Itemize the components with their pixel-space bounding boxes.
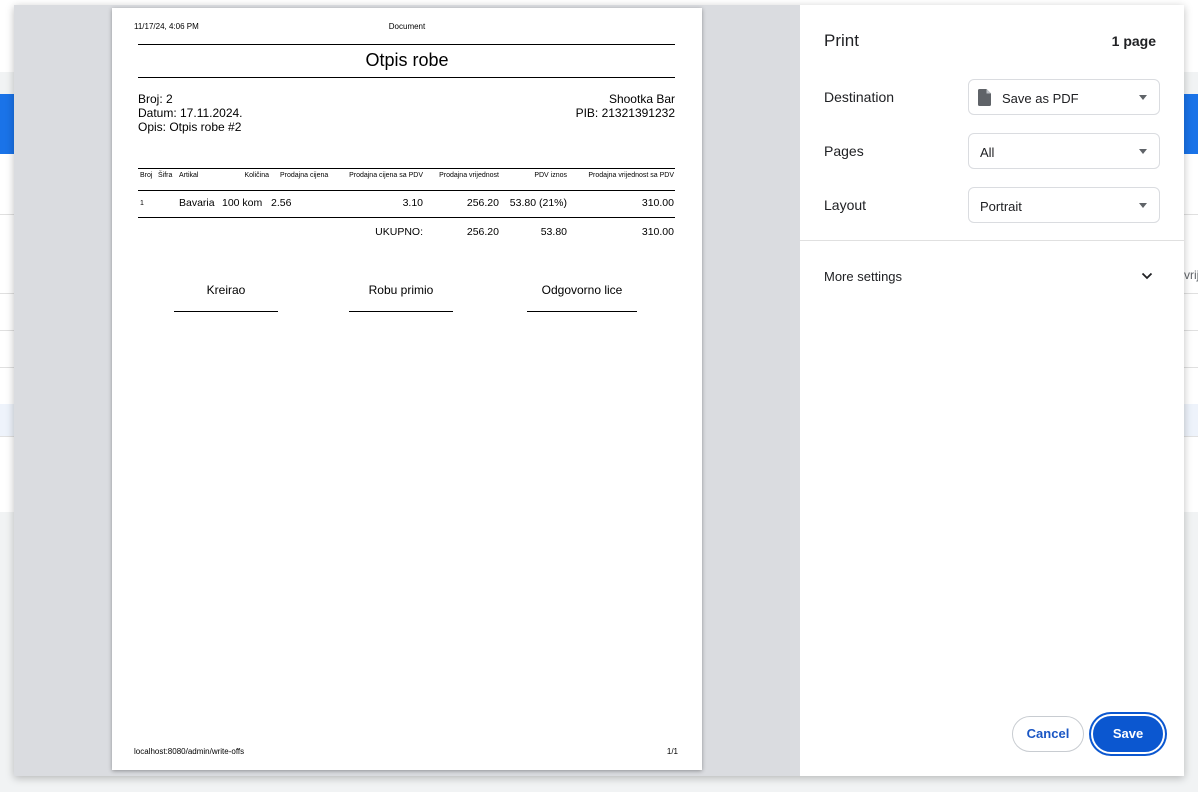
layout-value: Portrait	[980, 199, 1022, 214]
company-pib: PIB: 21321391232	[575, 106, 675, 120]
page-footer-url: localhost:8080/admin/write-offs	[134, 747, 245, 756]
panel-divider	[800, 240, 1184, 241]
document-number: Broj: 2	[138, 92, 173, 106]
table-header-pdv-iznos: PDV iznos	[534, 172, 567, 179]
cancel-button[interactable]: Cancel	[1012, 716, 1084, 752]
background-edge-text: vrij	[1184, 268, 1198, 282]
title-rule-bottom	[138, 77, 675, 78]
more-settings-label: More settings	[824, 269, 903, 284]
preview-page: 11/17/24, 4:06 PM Document Otpis robe Br…	[112, 8, 702, 770]
total-pdv-iznos: 53.80	[540, 226, 567, 238]
document-icon	[978, 89, 991, 106]
table-header-prodajna-cijena-pdv: Prodajna cijena sa PDV	[349, 172, 423, 179]
document-description: Opis: Otpis robe #2	[138, 120, 242, 134]
pages-select[interactable]: All	[968, 133, 1160, 169]
document-date: Datum: 17.11.2024.	[138, 106, 243, 120]
table-header-artikal: Artikal	[179, 172, 199, 179]
table-body-rule	[138, 217, 675, 218]
destination-select[interactable]: Save as PDF	[968, 79, 1160, 115]
print-settings-panel: Print 1 page Destination Save as PDF Pag…	[800, 5, 1184, 776]
document-title: Otpis robe	[365, 50, 449, 70]
title-rule-top	[138, 44, 675, 45]
caret-down-icon	[1139, 203, 1147, 208]
row-prodajna-vrijednost: 256.20	[466, 197, 499, 209]
caret-down-icon	[1139, 95, 1147, 100]
table-header-broj: Broj	[140, 172, 153, 179]
signature-line-responsible	[527, 311, 637, 312]
row-prodajna-cijena-pdv: 3.10	[402, 197, 423, 209]
table-header-prodajna-vrijednost-pdv: Prodajna vrijednost sa PDV	[588, 172, 674, 179]
signature-line-created	[174, 311, 278, 312]
table-header-prodajna-vrijednost: Prodajna vrijednost	[439, 172, 499, 179]
row-prodajna-vrijednost-pdv: 310.00	[641, 197, 674, 209]
row-prodajna-cijena: 2.56	[271, 197, 292, 209]
total-prodajna-vrijednost: 256.20	[466, 226, 499, 238]
page-footer-number: 1/1	[666, 747, 678, 756]
page-count: 1 page	[1111, 33, 1156, 49]
destination-value: Save as PDF	[1002, 91, 1079, 106]
total-label: UKUPNO:	[375, 226, 423, 238]
company-name: Shootka Bar	[608, 92, 675, 106]
table-header-rule	[138, 190, 675, 191]
layout-label: Layout	[824, 197, 867, 213]
document-info-left: Broj: 2 Datum: 17.11.2024. Opis: Otpis r…	[138, 92, 243, 134]
signature-line-received	[349, 311, 453, 312]
row-artikal: Bavaria	[179, 197, 215, 209]
table-header-sifra: Šifra	[158, 172, 173, 179]
layout-select[interactable]: Portrait	[968, 187, 1160, 223]
table-rule-top	[138, 168, 675, 169]
save-button[interactable]: Save	[1093, 716, 1163, 752]
panel-title: Print	[824, 31, 859, 50]
page-header-title: Document	[388, 22, 426, 31]
table-header-prodajna-cijena: Prodajna cijena	[280, 172, 329, 179]
chevron-down-icon	[1141, 272, 1153, 280]
row-kolicina: 100 kom	[222, 197, 263, 209]
print-preview-area[interactable]: 11/17/24, 4:06 PM Document Otpis robe Br…	[14, 5, 800, 776]
table-header-kolicina: Količina	[244, 172, 269, 179]
print-dialog: 11/17/24, 4:06 PM Document Otpis robe Br…	[14, 5, 1184, 776]
pages-label: Pages	[824, 143, 864, 159]
signature-created: Kreirao	[206, 283, 246, 297]
caret-down-icon	[1139, 149, 1147, 154]
total-prodajna-vrijednost-pdv: 310.00	[641, 226, 674, 238]
signature-received: Robu primio	[368, 283, 434, 297]
destination-label: Destination	[824, 89, 895, 105]
pages-value: All	[980, 145, 995, 160]
row-broj: 1	[140, 200, 144, 207]
signature-responsible: Odgovorno lice	[541, 283, 623, 297]
document-info-right: Shootka Bar PIB: 21321391232	[576, 92, 675, 120]
row-pdv-iznos: 53.80 (21%)	[509, 197, 567, 209]
